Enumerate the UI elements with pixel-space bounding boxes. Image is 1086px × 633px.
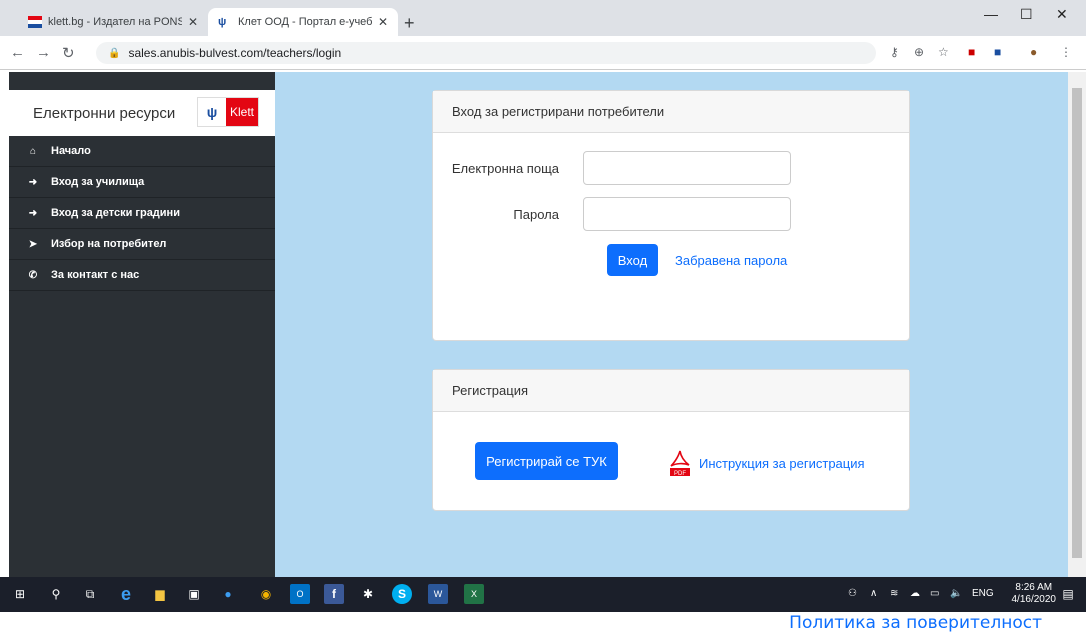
key-icon[interactable]: ⚷: [890, 45, 899, 59]
slack-icon[interactable]: ✱: [358, 584, 378, 604]
browser-tab-klett[interactable]: klett.bg - Издател на PONS речн ✕: [18, 8, 208, 36]
show-hidden-icons-icon[interactable]: ∧: [870, 588, 877, 599]
minimize-icon[interactable]: —: [984, 6, 998, 22]
address-bar-area: ← → ↻ 🔒 sales.anubis-bulvest.com/teacher…: [0, 36, 1086, 70]
user-choice-icon: ➤: [28, 238, 38, 250]
sidebar-item-school-login[interactable]: ➜ Вход за училища: [9, 167, 275, 198]
maximize-icon[interactable]: ☐: [1020, 6, 1033, 23]
zoom-icon[interactable]: ⊕: [914, 45, 924, 59]
klett-logo: ψ Klett: [197, 97, 259, 127]
login-card: Вход за регистрирани потребители Електро…: [432, 90, 910, 341]
close-window-icon[interactable]: ✕: [1056, 6, 1068, 23]
phone-icon: ✆: [28, 269, 38, 281]
register-button[interactable]: Регистрирай се ТУК: [475, 442, 618, 480]
menu-icon[interactable]: ⋮: [1060, 45, 1072, 59]
sidebar-item-kindergarten-login[interactable]: ➜ Вход за детски градини: [9, 198, 275, 229]
reload-icon[interactable]: ↻: [62, 44, 75, 62]
profile-avatar-icon[interactable]: ●: [1030, 45, 1037, 59]
battery-icon[interactable]: ▭: [930, 588, 939, 599]
windows-start-icon[interactable]: ⊞: [10, 584, 30, 604]
notifications-icon[interactable]: ▤: [1058, 584, 1078, 604]
back-icon[interactable]: ←: [10, 44, 25, 61]
chrome-icon[interactable]: ◉: [256, 584, 276, 604]
task-view-icon[interactable]: ⧉: [80, 584, 100, 604]
registration-card: Регистрация Регистрирай се ТУК PDF Инстр…: [432, 369, 910, 511]
people-icon[interactable]: ⚇: [848, 588, 857, 599]
sign-in-icon: ➜: [28, 207, 38, 219]
volume-icon[interactable]: 🔈: [950, 588, 962, 599]
brand-title: Електронни ресурси: [33, 104, 176, 122]
mail-icon[interactable]: ●: [218, 584, 238, 604]
clock-date: 4/16/2020: [1011, 594, 1057, 605]
registration-card-title: Регистрация: [433, 370, 909, 412]
edge-icon[interactable]: e: [116, 584, 136, 604]
home-icon: ⌂: [29, 145, 37, 157]
brand-header[interactable]: Електронни ресурси ψ Klett: [9, 90, 275, 136]
scrollbar-thumb[interactable]: [1072, 88, 1082, 558]
search-icon[interactable]: ⚲: [46, 584, 66, 604]
pdf-icon: PDF: [669, 450, 691, 477]
network-icon[interactable]: ≋: [890, 588, 898, 599]
email-row: Електронна поща: [433, 151, 791, 185]
url-field[interactable]: 🔒 sales.anubis-bulvest.com/teachers/logi…: [96, 42, 876, 64]
clock[interactable]: 8:26 AM 4/16/2020: [1012, 582, 1057, 606]
sidebar-item-home[interactable]: ⌂ Начало: [9, 136, 275, 167]
login-button[interactable]: Вход: [607, 244, 658, 276]
registration-instructions-link[interactable]: Инструкция за регистрация: [699, 456, 865, 471]
outlook-icon[interactable]: O: [290, 584, 310, 604]
password-label: Парола: [513, 206, 559, 222]
forgot-password-link[interactable]: Забравена парола: [675, 253, 787, 268]
excel-icon[interactable]: X: [464, 584, 484, 604]
facebook-icon[interactable]: f: [324, 584, 344, 604]
new-tab-icon[interactable]: +: [404, 13, 415, 34]
sign-in-icon: ➜: [28, 176, 38, 188]
close-tab-icon[interactable]: ✕: [378, 15, 388, 29]
sidebar-item-user-choice[interactable]: ➤ Избор на потребител: [9, 229, 275, 260]
klett-favicon-icon: ψ: [218, 16, 227, 28]
forward-icon[interactable]: →: [36, 44, 51, 61]
language-indicator[interactable]: ENG: [972, 588, 994, 599]
skype-icon[interactable]: S: [392, 584, 412, 604]
word-icon[interactable]: W: [428, 584, 448, 604]
browser-tab-portal[interactable]: ψ Клет ООД - Портал е-учебници ✕: [208, 8, 398, 36]
klett-logo-mark-icon: ψ: [198, 98, 226, 126]
store-icon[interactable]: ▣: [184, 584, 204, 604]
sidebar: Електронни ресурси ψ Klett ⌂ Начало ➜ Вх…: [9, 72, 275, 577]
onedrive-icon[interactable]: ☁: [910, 588, 920, 599]
klett-logo-text: Klett: [226, 98, 258, 126]
main-content: Вход за регистрирани потребители Електро…: [275, 72, 1068, 633]
flag-icon: [28, 16, 42, 28]
clock-time: 8:26 AM: [1015, 582, 1053, 593]
acrobat-extension-icon[interactable]: ■: [968, 45, 975, 59]
svg-text:PDF: PDF: [674, 471, 686, 476]
password-row: Парола: [433, 197, 791, 231]
browser-tab-bar: klett.bg - Издател на PONS речн ✕ ψ Клет…: [0, 0, 1086, 36]
file-explorer-icon[interactable]: ▆: [150, 584, 170, 604]
login-card-title: Вход за регистрирани потребители: [433, 91, 909, 133]
taskbar: ⊞ ⚲ ⧉ e ▆ ▣ ● ◉ O f ✱ S W X ⚇ ∧ ≋ ☁ ▭ 🔈 …: [0, 577, 1086, 612]
email-label: Електронна поща: [451, 160, 559, 176]
sidebar-menu: ⌂ Начало ➜ Вход за училища ➜ Вход за дет…: [9, 136, 275, 291]
email-field[interactable]: [583, 151, 791, 185]
sidebar-item-contact[interactable]: ✆ За контакт с нас: [9, 260, 275, 291]
password-field[interactable]: [583, 197, 791, 231]
page-scrollbar[interactable]: [1068, 72, 1086, 577]
extension-icon[interactable]: ■: [994, 45, 1001, 59]
star-icon[interactable]: ☆: [938, 45, 949, 59]
privacy-policy-link[interactable]: Политика за поверителност: [789, 613, 1042, 633]
lock-icon: 🔒: [108, 47, 121, 59]
close-tab-icon[interactable]: ✕: [188, 15, 198, 29]
